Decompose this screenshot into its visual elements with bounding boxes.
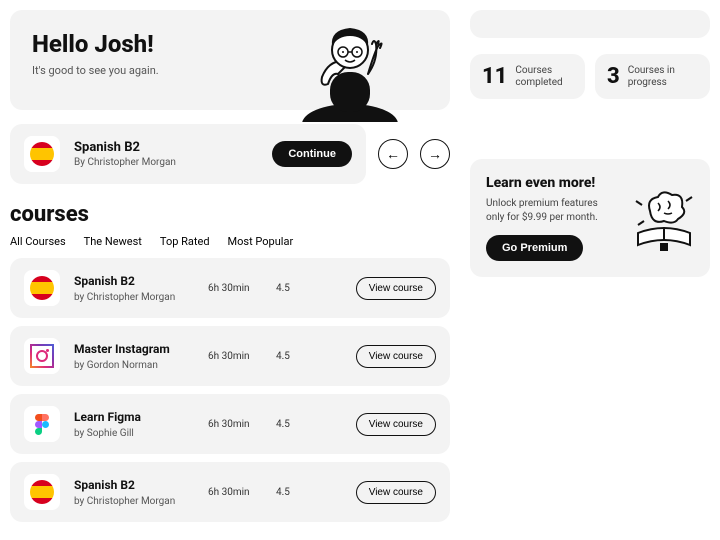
- course-thumb: [24, 338, 60, 374]
- flag-spain-icon: [30, 142, 54, 166]
- course-duration: 6h 30min: [208, 487, 262, 498]
- stat-completed-label: Courses completed: [515, 65, 573, 89]
- course-duration: 6h 30min: [208, 419, 262, 430]
- next-arrow-button[interactable]: →: [420, 139, 450, 169]
- promo-text: Unlock premium features only for $9.99 p…: [486, 197, 616, 225]
- course-author: by Gordon Norman: [74, 360, 194, 371]
- course-card: Master Instagram by Gordon Norman 6h 30min…: [10, 326, 450, 386]
- view-course-button[interactable]: View course: [356, 345, 436, 368]
- course-duration: 6h 30min: [208, 351, 262, 362]
- course-rating: 4.5: [276, 283, 302, 294]
- promo-card: Learn even more! Unlock premium features…: [470, 159, 710, 277]
- go-premium-button[interactable]: Go Premium: [486, 235, 583, 261]
- course-title: Master Instagram: [74, 342, 194, 356]
- figma-icon: [35, 414, 49, 435]
- person-waving-illustration: [290, 2, 410, 122]
- tab-newest[interactable]: The Newest: [84, 235, 142, 248]
- course-card: Spanish B2 by Christopher Morgan 6h 30min 4…: [10, 258, 450, 318]
- flag-spain-icon: [30, 480, 54, 504]
- course-rating: 4.5: [276, 487, 302, 498]
- course-thumb: [24, 406, 60, 442]
- hero-card: Hello Josh! It's good to see you again.: [10, 10, 450, 110]
- tab-top-rated[interactable]: Top Rated: [160, 235, 210, 248]
- tab-popular[interactable]: Most Popular: [228, 235, 294, 248]
- course-title: Learn Figma: [74, 410, 194, 424]
- tab-all[interactable]: All Courses: [10, 235, 66, 248]
- instagram-icon: [30, 344, 54, 368]
- stat-completed-num: 11: [482, 64, 507, 89]
- stat-completed: 11 Courses completed: [470, 54, 585, 99]
- brain-book-illustration: [628, 183, 700, 255]
- course-thumb: [24, 474, 60, 510]
- courses-heading: courses: [10, 202, 450, 227]
- continue-author: By Christopher Morgan: [74, 157, 176, 168]
- view-course-button[interactable]: View course: [356, 481, 436, 504]
- course-card: Learn Figma by Sophie Gill 6h 30min 4.5 View…: [10, 394, 450, 454]
- continue-title: Spanish B2: [74, 140, 176, 155]
- continue-card: Spanish B2 By Christopher Morgan Continu…: [10, 124, 366, 184]
- stat-progress-label: Courses in progress: [628, 65, 698, 89]
- course-title: Spanish B2: [74, 274, 194, 288]
- course-thumb: [24, 136, 60, 172]
- stat-progress-num: 3: [607, 64, 620, 89]
- course-rating: 4.5: [276, 351, 302, 362]
- prev-arrow-button[interactable]: ←: [378, 139, 408, 169]
- course-card: Spanish B2 by Christopher Morgan 6h 30min 4…: [10, 462, 450, 522]
- course-author: by Christopher Morgan: [74, 496, 194, 507]
- course-thumb: [24, 270, 60, 306]
- course-author: by Christopher Morgan: [74, 292, 194, 303]
- course-author: by Sophie Gill: [74, 428, 194, 439]
- course-title: Spanish B2: [74, 478, 194, 492]
- view-course-button[interactable]: View course: [356, 277, 436, 300]
- course-tabs: All Courses The Newest Top Rated Most Po…: [10, 235, 450, 248]
- stat-progress: 3 Courses in progress: [595, 54, 710, 99]
- course-duration: 6h 30min: [208, 283, 262, 294]
- search-placeholder-bar[interactable]: [470, 10, 710, 38]
- view-course-button[interactable]: View course: [356, 413, 436, 436]
- course-rating: 4.5: [276, 419, 302, 430]
- flag-spain-icon: [30, 276, 54, 300]
- continue-button[interactable]: Continue: [272, 141, 352, 167]
